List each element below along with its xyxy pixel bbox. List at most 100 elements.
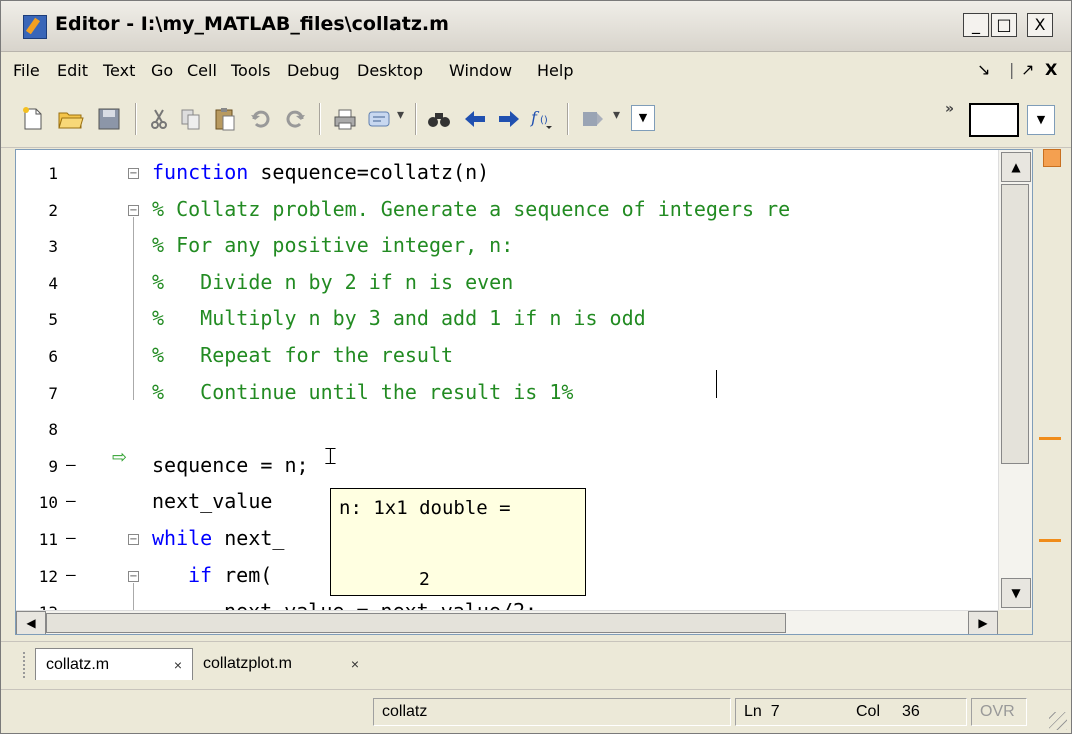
code-text: sequence = n; bbox=[152, 452, 309, 477]
scroll-up-button[interactable]: ▲ bbox=[1001, 152, 1031, 182]
col-value: 36 bbox=[902, 703, 920, 720]
line-number-gutter: 123456789—10—11—12—13—−−−− bbox=[16, 150, 139, 634]
cell-mode-icon[interactable] bbox=[579, 105, 607, 133]
fold-toggle-icon[interactable]: − bbox=[128, 204, 139, 216]
chevron-down-icon[interactable]: ▾ bbox=[397, 107, 404, 123]
code-line[interactable]: % Collatz problem. Generate a sequence o… bbox=[152, 197, 790, 221]
scroll-down-button[interactable]: ▼ bbox=[1001, 578, 1031, 608]
minimize-button[interactable]: _ bbox=[963, 13, 989, 37]
menu-bar: File Edit Text Go Cell Tools Debug Deskt… bbox=[1, 52, 1071, 90]
maximize-button[interactable]: □ bbox=[991, 13, 1017, 37]
code-line[interactable]: sequence = n; bbox=[152, 453, 309, 477]
datatip-value: 2 bbox=[419, 569, 430, 590]
menu-go[interactable]: Go bbox=[151, 61, 173, 80]
menu-debug[interactable]: Debug bbox=[287, 61, 340, 80]
code-keyword: if bbox=[188, 562, 213, 587]
line-number: 2 bbox=[48, 200, 58, 220]
breakpoint-dash[interactable]: — bbox=[66, 455, 76, 474]
menu-cell[interactable]: Cell bbox=[187, 61, 217, 80]
comment-icon[interactable] bbox=[365, 105, 393, 133]
cut-icon[interactable] bbox=[145, 105, 173, 133]
menu-edit[interactable]: Edit bbox=[57, 61, 88, 80]
toolbar-overflow-button[interactable]: » bbox=[945, 101, 954, 117]
save-icon[interactable] bbox=[95, 105, 123, 133]
tab-label: collatzplot.m bbox=[203, 655, 292, 672]
redo-icon[interactable] bbox=[281, 105, 309, 133]
tab-close-icon[interactable]: × bbox=[174, 657, 182, 673]
code-line[interactable]: while next_ bbox=[152, 526, 284, 550]
undo-icon[interactable] bbox=[247, 105, 275, 133]
vertical-scroll-thumb[interactable] bbox=[1001, 184, 1029, 464]
warning-marker[interactable] bbox=[1039, 437, 1061, 440]
warning-marker[interactable] bbox=[1039, 539, 1061, 542]
code-line[interactable]: % For any positive integer, n: bbox=[152, 233, 513, 257]
line-number: 6 bbox=[48, 347, 58, 366]
new-file-icon[interactable] bbox=[19, 105, 47, 133]
code-line[interactable]: % Continue until the result is 1% bbox=[152, 380, 573, 404]
ibeam-cursor-icon: 𝙸 bbox=[322, 442, 339, 470]
toolbar: ▾ f() ▾ ▼ » ▼ bbox=[1, 91, 1071, 148]
layout-dropdown[interactable]: ▼ bbox=[1027, 105, 1055, 135]
scroll-left-button[interactable]: ◀ bbox=[16, 611, 46, 634]
code-line[interactable]: % Divide n by 2 if n is even bbox=[152, 270, 513, 294]
code-line[interactable]: % Multiply n by 3 and add 1 if n is odd bbox=[152, 306, 646, 330]
chevron-down-icon[interactable]: ▾ bbox=[613, 107, 620, 123]
code-comment: % Multiply n by 3 and add 1 if n is odd bbox=[152, 306, 646, 331]
fold-toggle-icon[interactable]: − bbox=[128, 168, 139, 179]
code-line[interactable]: function sequence=collatz(n) bbox=[152, 160, 489, 184]
close-document-button[interactable]: X bbox=[1045, 60, 1057, 79]
status-function: collatz bbox=[373, 698, 731, 726]
resize-grip-icon[interactable] bbox=[1049, 712, 1067, 730]
scroll-right-button[interactable]: ▶ bbox=[968, 611, 998, 634]
document-tab-bar: collatz.m × collatzplot.m × bbox=[1, 641, 1071, 686]
fold-toggle-icon[interactable]: − bbox=[128, 570, 139, 582]
breakpoint-dash[interactable]: — bbox=[66, 565, 76, 584]
layout-square-button[interactable] bbox=[969, 103, 1019, 137]
open-folder-icon[interactable] bbox=[57, 105, 85, 133]
forward-icon[interactable] bbox=[495, 105, 523, 133]
line-number: 5 bbox=[48, 310, 58, 330]
tab-grip[interactable] bbox=[23, 652, 33, 678]
window-title: Editor - I:\my_MATLAB_files\collatz.m bbox=[55, 13, 449, 35]
function-icon[interactable]: f() bbox=[529, 105, 557, 133]
svg-text:(): () bbox=[540, 115, 548, 126]
menu-text[interactable]: Text bbox=[103, 61, 135, 80]
paste-icon[interactable] bbox=[211, 105, 239, 133]
close-button[interactable]: X bbox=[1027, 13, 1053, 37]
vertical-scrollbar[interactable]: ▲ ▼ bbox=[998, 150, 1032, 610]
menu-desktop[interactable]: Desktop bbox=[357, 61, 423, 80]
undock-icon[interactable]: ↘ bbox=[977, 60, 990, 79]
tab-collatz[interactable]: collatz.m × bbox=[35, 648, 193, 680]
code-line[interactable]: if rem( bbox=[188, 563, 272, 587]
cell-mode-dropdown[interactable]: ▼ bbox=[631, 105, 655, 131]
menu-tools[interactable]: Tools bbox=[231, 61, 270, 80]
code-line[interactable]: next_value bbox=[152, 489, 284, 513]
tab-close-icon[interactable]: × bbox=[351, 656, 359, 672]
line-number: 7 bbox=[48, 383, 58, 403]
title-bar[interactable]: Editor - I:\my_MATLAB_files\collatz.m _ … bbox=[1, 1, 1071, 52]
menu-file[interactable]: File bbox=[13, 61, 40, 80]
ln-label: Ln bbox=[744, 703, 762, 720]
datatip: n: 1x1 double = 2 bbox=[330, 488, 586, 596]
dock-icon[interactable]: ↗ bbox=[1021, 60, 1034, 79]
back-icon[interactable] bbox=[461, 105, 489, 133]
find-icon[interactable] bbox=[425, 105, 453, 133]
fold-toggle-icon[interactable]: − bbox=[128, 534, 139, 545]
print-icon[interactable] bbox=[331, 105, 359, 133]
tab-collatzplot[interactable]: collatzplot.m × bbox=[193, 648, 369, 680]
scrollbar-corner bbox=[998, 610, 1032, 634]
fold-line bbox=[133, 216, 134, 400]
code-line[interactable]: % Repeat for the result bbox=[152, 343, 453, 367]
text-cursor bbox=[716, 370, 717, 398]
menu-help[interactable]: Help bbox=[537, 61, 573, 80]
breakpoint-dash[interactable]: — bbox=[66, 491, 76, 510]
matlab-editor-icon bbox=[23, 15, 47, 39]
horizontal-scrollbar[interactable]: ◀ ▶ bbox=[16, 610, 998, 634]
breakpoint-dash[interactable]: — bbox=[66, 528, 76, 547]
menu-window[interactable]: Window bbox=[449, 61, 512, 80]
warning-indicator-icon[interactable] bbox=[1043, 149, 1061, 167]
horizontal-scroll-thumb[interactable] bbox=[46, 613, 786, 633]
copy-icon[interactable] bbox=[177, 105, 205, 133]
status-position: Ln 7 Col 36 bbox=[735, 698, 967, 726]
code-editor[interactable]: 123456789—10—11—12—13—−−−− function sequ… bbox=[15, 149, 1033, 635]
